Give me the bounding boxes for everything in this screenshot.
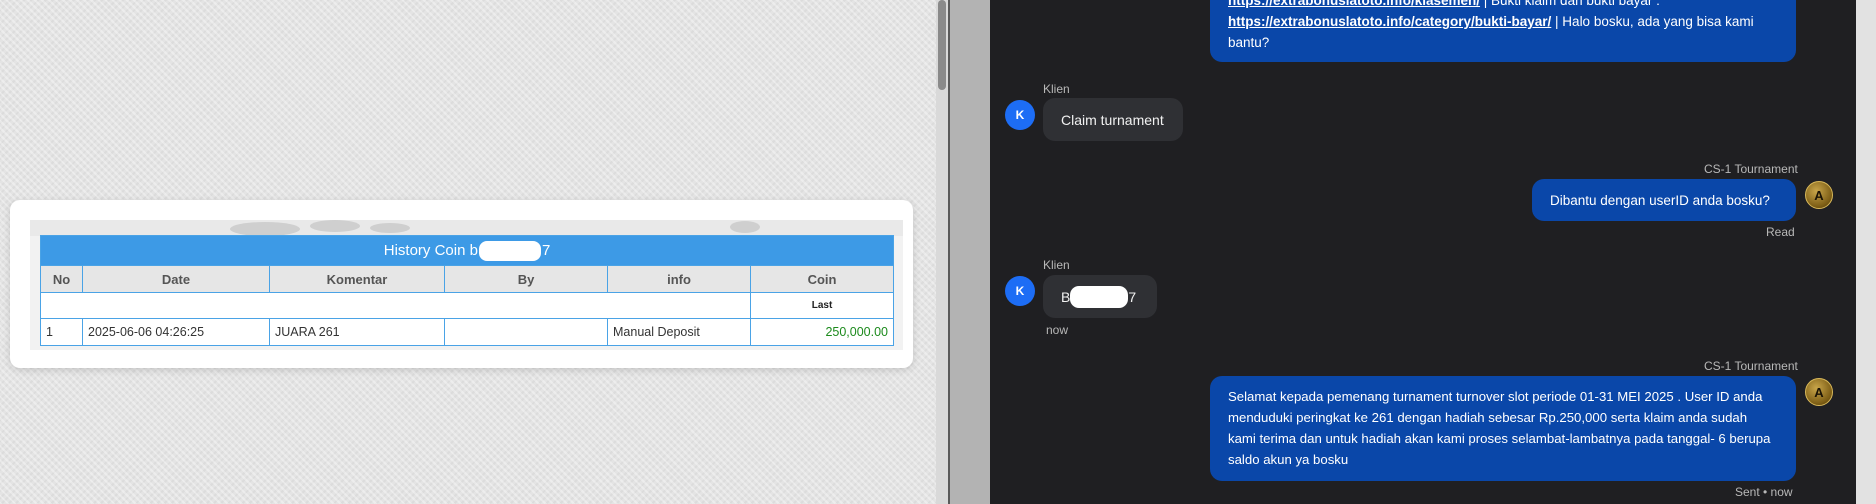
chat-message-outgoing: https://extrabonuslatoto.info/klasemen/ … [1210,0,1796,62]
cell-info: Manual Deposit [607,318,751,346]
redaction [478,240,541,261]
chat-message-outgoing: Dibantu dengan userID anda bosku? [1532,179,1796,221]
chat-message-incoming: Claim turnament [1043,98,1183,141]
cell-coin: 250,000.00 [749,318,895,346]
sub-header-last: Last [749,292,895,319]
chat-message-incoming: B7 [1043,275,1157,318]
agent-avatar-icon: A [1805,378,1833,406]
chat-message-outgoing: Selamat kepada pemenang turnament turnov… [1210,376,1796,481]
agent-name: CS-1 Tournament [1704,359,1798,373]
history-coin-table: History Coin b7 No Date Komentar By info… [39,235,895,346]
column-header-by: By [444,265,608,293]
column-header-coin: Coin [749,265,895,293]
redaction [1070,285,1129,308]
column-header-info: info [607,265,751,293]
cell-date: 2025-06-06 04:26:25 [82,318,270,346]
column-header-date: Date [82,265,270,293]
agent-name: CS-1 Tournament [1704,162,1798,176]
link-bukti-bayar[interactable]: https://extrabonuslatoto.info/category/b… [1228,14,1551,29]
scrollbar-thumb[interactable] [938,0,946,90]
column-header-no: No [40,265,83,293]
pane-divider[interactable] [948,0,990,504]
sender-name: Klien [1043,82,1070,96]
right-edge [1856,0,1876,504]
history-card: History Coin b7 No Date Komentar By info… [10,200,913,368]
world-map-strip [30,220,903,236]
table-title: History Coin b7 [39,235,895,266]
client-avatar: K [1005,276,1035,306]
history-card-inner: History Coin b7 No Date Komentar By info… [30,220,903,350]
sent-status: Sent • now [1735,485,1793,499]
sender-name: Klien [1043,258,1070,272]
cell-komentar: JUARA 261 [269,318,445,346]
agent-avatar-icon: A [1805,181,1833,209]
column-header-komentar: Komentar [269,265,445,293]
read-status: Read [1766,225,1795,239]
message-time: now [1046,323,1069,337]
cell-no: 1 [40,318,83,346]
pane-divider-line [948,0,950,504]
sub-header-spacer [40,292,751,319]
cell-by [444,318,608,346]
table-row: 1 2025-06-06 04:26:25 JUARA 261 Manual D… [40,318,895,346]
client-avatar: K [1005,100,1035,130]
link-klasemen[interactable]: https://extrabonuslatoto.info/klasemen/ [1228,0,1480,8]
chat-pane: https://extrabonuslatoto.info/klasemen/ … [990,0,1856,504]
left-pane: History Coin b7 No Date Komentar By info… [0,0,936,504]
